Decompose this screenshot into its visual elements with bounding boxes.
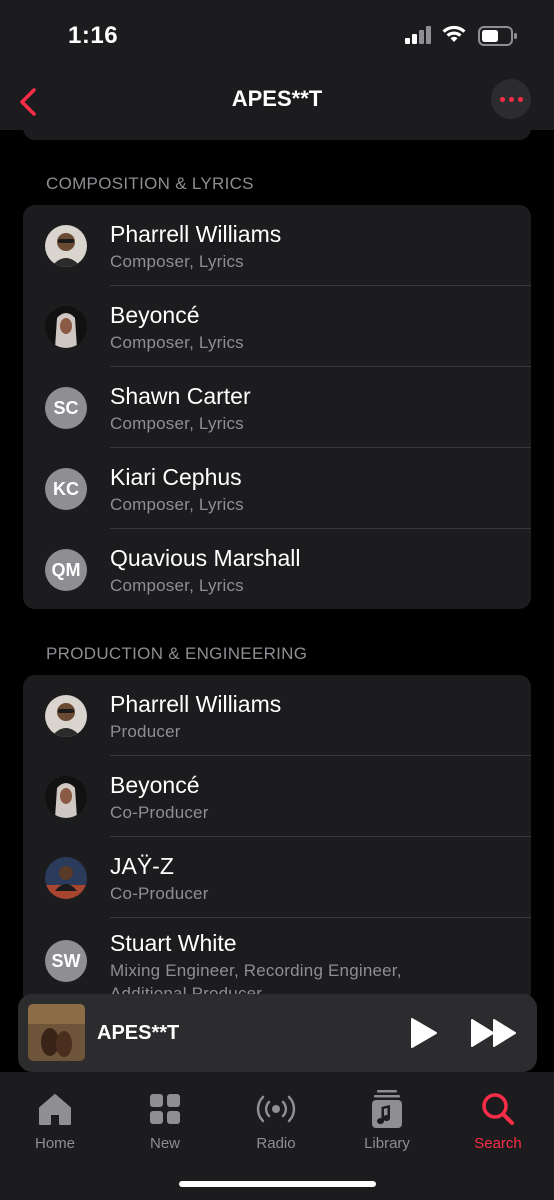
fast-forward-icon[interactable] — [470, 1018, 518, 1048]
tab-label: Search — [474, 1135, 522, 1152]
navigation-bar: APES**T — [0, 76, 554, 130]
tab-home[interactable]: Home — [0, 1090, 110, 1152]
play-icon[interactable] — [406, 1016, 440, 1050]
tab-label: Radio — [256, 1135, 296, 1152]
credit-row[interactable]: SC Shawn Carter Composer, Lyrics — [23, 367, 531, 448]
wifi-icon — [442, 25, 466, 42]
mini-player[interactable]: APES**T — [18, 994, 537, 1072]
radio-icon — [256, 1095, 296, 1123]
credit-role: Composer, Lyrics — [110, 576, 244, 595]
home-icon — [39, 1094, 71, 1125]
credit-row[interactable]: KC Kiari Cephus Composer, Lyrics — [23, 448, 531, 529]
credit-name: Quavious Marshall — [110, 545, 301, 571]
status-time: 1:16 — [68, 22, 119, 49]
page-title: APES**T — [231, 86, 323, 111]
album-art — [28, 1004, 85, 1061]
credit-name: Beyoncé — [110, 302, 200, 328]
tab-library[interactable]: Library — [332, 1090, 442, 1152]
credit-name: Pharrell Williams — [110, 221, 282, 247]
credit-name: Stuart White — [110, 930, 237, 956]
jayz-photo — [45, 857, 87, 899]
tab-new[interactable]: New — [110, 1090, 220, 1152]
tab-search[interactable]: Search — [443, 1090, 553, 1152]
initials-avatar: SC — [45, 387, 87, 429]
more-options-button[interactable] — [491, 79, 531, 119]
tab-label: Home — [34, 1135, 75, 1152]
credit-role: Composer, Lyrics — [110, 495, 244, 514]
credit-row[interactable]: JAŸ-Z Co-Producer — [23, 837, 531, 918]
beyonce-photo — [45, 306, 87, 348]
initials-avatar: QM — [45, 549, 87, 591]
section-title-production: PRODUCTION & ENGINEERING — [46, 644, 308, 663]
credit-name: Beyoncé — [110, 772, 200, 798]
initials-avatar: SW — [45, 940, 87, 982]
credit-row[interactable]: QM Quavious Marshall Composer, Lyrics — [23, 529, 531, 609]
credit-row[interactable]: Pharrell Williams Composer, Lyrics — [23, 205, 531, 286]
status-bar: 1:16 — [0, 0, 554, 76]
grid-icon — [150, 1094, 180, 1124]
pharrell-photo — [45, 695, 87, 737]
credit-row[interactable]: Beyoncé Co-Producer — [23, 756, 531, 837]
library-icon — [372, 1090, 402, 1128]
cellular-signal-icon — [405, 26, 431, 44]
credit-name: Kiari Cephus — [110, 464, 242, 490]
credit-role: Composer, Lyrics — [110, 333, 244, 352]
credit-role: Co-Producer — [110, 884, 209, 903]
pharrell-photo — [45, 225, 87, 267]
battery-icon — [478, 26, 517, 46]
credit-role: Composer, Lyrics — [110, 414, 244, 433]
tab-label: Library — [364, 1135, 410, 1152]
tab-label: New — [149, 1135, 180, 1152]
credit-name: JAŸ-Z — [110, 853, 174, 879]
ellipsis-icon — [499, 96, 505, 102]
credit-name: Pharrell Williams — [110, 691, 282, 717]
section-title-composition: COMPOSITION & LYRICS — [46, 174, 254, 193]
credit-role: Mixing Engineer, Recording Engineer, — [110, 961, 402, 980]
beyonce-photo — [45, 776, 87, 818]
tab-radio[interactable]: Radio — [221, 1090, 331, 1152]
credit-role: Composer, Lyrics — [110, 252, 244, 271]
credit-row[interactable]: Beyoncé Composer, Lyrics — [23, 286, 531, 367]
credit-name: Shawn Carter — [110, 383, 251, 409]
credit-role: Co-Producer — [110, 803, 209, 822]
credit-row[interactable]: Pharrell Williams Producer — [23, 675, 531, 756]
composition-credits-card: Pharrell Williams Composer, Lyrics Beyon… — [23, 205, 531, 609]
credit-row[interactable]: SW Stuart White Mixing Engineer, Recordi… — [23, 918, 531, 1005]
search-icon — [482, 1093, 514, 1125]
credit-role: Producer — [110, 722, 181, 741]
initials-avatar: KC — [45, 468, 87, 510]
previous-section-card — [23, 128, 531, 140]
home-indicator — [179, 1181, 376, 1187]
production-credits-card: Pharrell Williams Producer Beyoncé Co-Pr… — [23, 675, 531, 1005]
now-playing-title: APES**T — [97, 1022, 180, 1044]
